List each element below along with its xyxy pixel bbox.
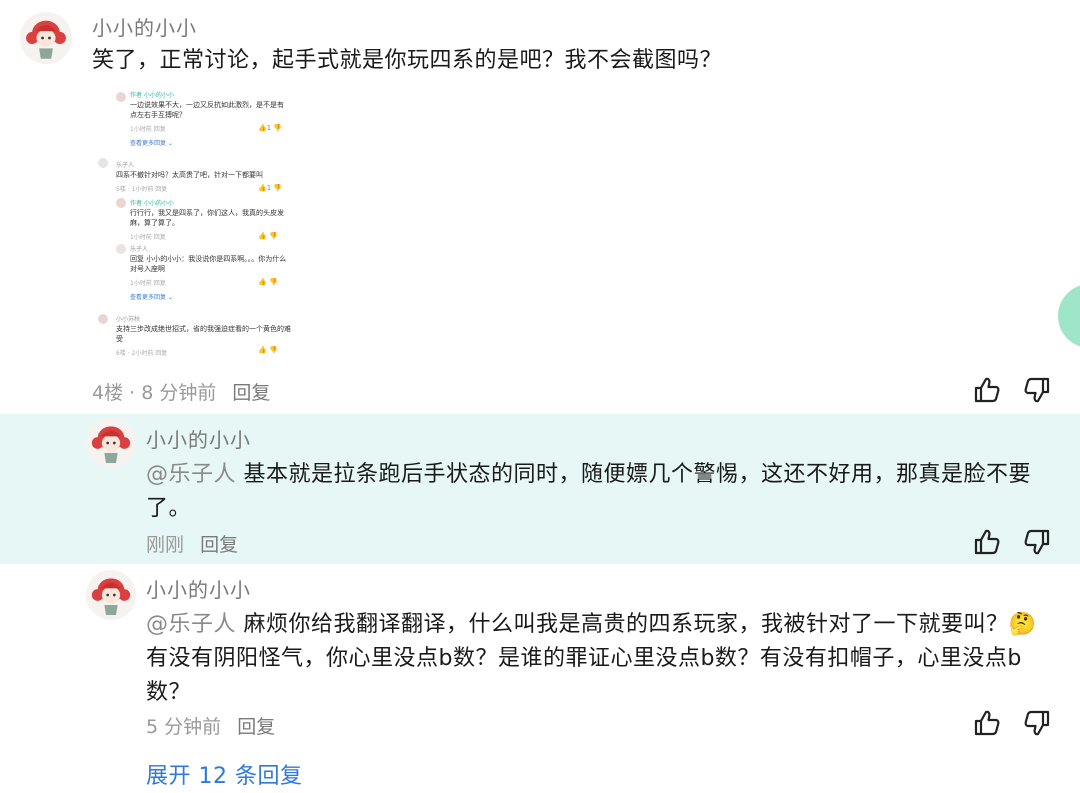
screenshot-more-replies: 查看更多回复 ⌄: [130, 140, 173, 147]
screenshot-text: 回复 小小的小小：我没说你是四系啊。。。你为什么对号入座啊: [130, 255, 287, 273]
comment-meta: 刚刚 回复: [146, 530, 238, 557]
reply-button[interactable]: 回复: [200, 534, 238, 556]
comment-screenshot-image[interactable]: 作者 小小的小小 一边说效果不大，一边又反抗如此激烈，是不是有点左右手互搏呢？ …: [98, 88, 292, 360]
comment-text: @乐子人 麻烦你给我翻译翻译，什么叫我是高贵的四系玩家，我被针对了一下就要叫？🤔…: [146, 608, 1056, 710]
expand-replies-link[interactable]: 展开 12 条回复: [146, 758, 302, 790]
avatar-image: [86, 570, 136, 620]
screenshot-author: 乐子人: [116, 162, 135, 169]
chat-bubble-icon[interactable]: [1058, 284, 1080, 348]
avatar[interactable]: [86, 418, 136, 468]
comment-text-body: 基本就是拉条跑后手状态的同时，随便嫖几个警惕，这还不好用，那真是脸不要了。: [146, 462, 1032, 521]
mention-link[interactable]: @乐子人: [146, 462, 236, 487]
screenshot-text: 行行行，我又是四系了，你们这人，我真的头皮发麻，算了算了。: [130, 209, 284, 227]
screenshot-likes: 👍1 👎: [258, 124, 283, 132]
screenshot-likes: 👍1 👎: [258, 184, 283, 192]
thumbs-down-icon[interactable]: [1022, 375, 1052, 405]
comment-text: 笑了，正常讨论，起手式就是你玩四系的是吧？我不会截图吗？: [92, 48, 723, 73]
screenshot-meta: 1小时前 回复: [130, 234, 166, 241]
screenshot-meta: 1小时前 回复: [130, 280, 166, 287]
avatar: [116, 244, 126, 254]
screenshot-likes: 👍 👎: [258, 232, 278, 240]
comment-text: @乐子人 基本就是拉条跑后手状态的同时，随便嫖几个警惕，这还不好用，那真是脸不要…: [146, 458, 1046, 526]
avatar[interactable]: [86, 570, 136, 620]
screenshot-likes: 👍 👎: [258, 346, 278, 354]
comment-time: 5 分钟前: [146, 716, 222, 738]
comment-author[interactable]: 小小的小小: [92, 12, 197, 41]
avatar: [116, 198, 126, 208]
thinking-emoji-icon: 🤔: [1008, 612, 1037, 637]
avatar: [98, 314, 108, 324]
reply-button[interactable]: 回复: [232, 382, 270, 404]
thumbs-up-icon[interactable]: [972, 375, 1002, 405]
screenshot-text: 四系不撤针对吗？太高贵了吧，针对一下都要叫: [116, 171, 263, 179]
avatar[interactable]: [20, 12, 72, 64]
screenshot-text: 一边说效果不大，一边又反抗如此激烈，是不是有点左右手互搏呢？: [130, 101, 284, 119]
screenshot-likes: 👍 👎: [258, 278, 278, 286]
screenshot-more-replies: 查看更多回复 ⌄: [130, 294, 173, 301]
comment-author[interactable]: 小小的小小: [146, 424, 251, 453]
mention-link[interactable]: @乐子人: [146, 612, 236, 637]
screenshot-meta: 5楼 · 1小时前 回复: [116, 186, 168, 193]
screenshot-author: 作者 小小的小小: [130, 200, 174, 207]
avatar: [98, 158, 108, 168]
comment-author[interactable]: 小小的小小: [146, 574, 251, 603]
reply-button[interactable]: 回复: [237, 716, 275, 738]
thumbs-down-icon[interactable]: [1022, 527, 1052, 557]
screenshot-text: 支持三步改成绝世招式，省的我强迫症看的一个黄色的难受: [116, 325, 291, 343]
avatar-image: [86, 418, 136, 468]
thumbs-down-icon[interactable]: [1022, 708, 1052, 738]
thumbs-up-icon[interactable]: [972, 708, 1002, 738]
comment-text-body: 麻烦你给我翻译翻译，什么叫我是高贵的四系玩家，我被针对了一下就要叫？: [236, 612, 1009, 637]
screenshot-author: 作者 小小的小小: [130, 92, 174, 99]
screenshot-author: 乐子人: [130, 246, 149, 253]
thumbs-up-icon[interactable]: [972, 527, 1002, 557]
avatar-image: [20, 12, 72, 64]
screenshot-author: 小小苏秋: [116, 316, 141, 323]
comment-text-body: 有没有阴阳怪气，你心里没点b数？是谁的罪证心里没点b数？有没有扣帽子，心里没点b…: [146, 646, 1022, 705]
screenshot-meta: 1小时前 回复: [130, 126, 166, 133]
screenshot-meta: 6楼 · 2小时前 回复: [116, 350, 168, 357]
comment-time: 4楼 · 8 分钟前: [92, 382, 217, 404]
comment-time: 刚刚: [146, 534, 185, 556]
comment-meta: 4楼 · 8 分钟前 回复: [92, 378, 270, 405]
comment-meta: 5 分钟前 回复: [146, 712, 275, 739]
avatar: [116, 92, 126, 102]
